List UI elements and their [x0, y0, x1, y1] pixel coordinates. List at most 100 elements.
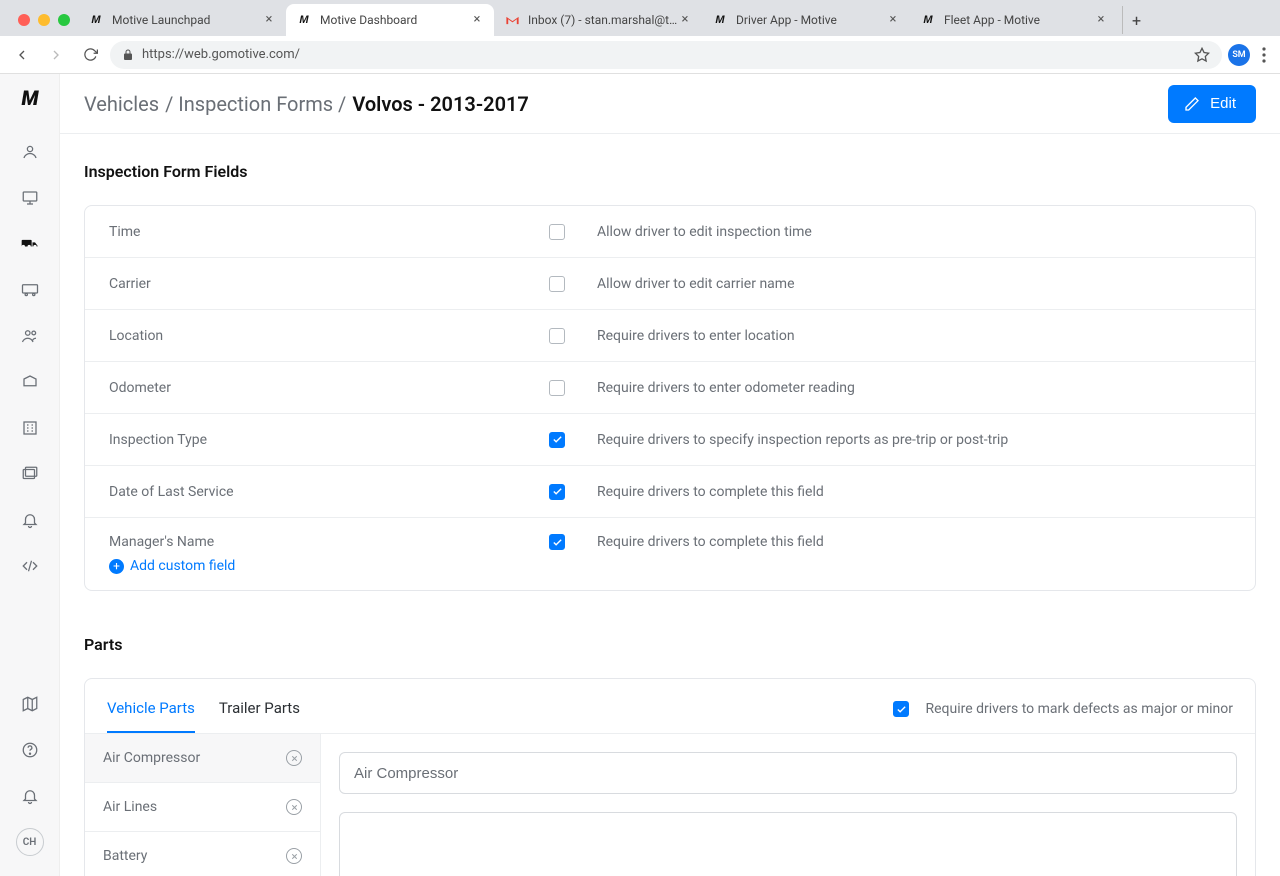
motive-icon: M: [920, 12, 936, 28]
bookmark-icon[interactable]: [1194, 47, 1210, 63]
breadcrumb-link-vehicles[interactable]: Vehicles: [84, 92, 159, 116]
section-title-parts: Parts: [84, 635, 1256, 654]
browser-chrome: MMotive Launchpad×MMotive Dashboard×Inbo…: [0, 0, 1280, 74]
check-icon: [552, 486, 563, 497]
parts-list-item[interactable]: Air Compressor: [85, 734, 320, 783]
field-label: Inspection Type: [109, 432, 549, 448]
field-row: Manager's Name Require drivers to complet…: [85, 518, 1255, 590]
browser-tab[interactable]: M Motive Launchpad×: [78, 4, 286, 36]
lock-icon: [122, 49, 134, 61]
sidebar-item-drivers[interactable]: [14, 322, 46, 350]
sidebar-item-vehicles[interactable]: [14, 230, 46, 258]
field-label: Manager's Name: [109, 534, 549, 550]
edit-button-label: Edit: [1210, 95, 1236, 112]
field-checkbox[interactable]: [549, 276, 565, 292]
motive-icon: M: [88, 12, 104, 28]
address-bar[interactable]: https://web.gomotive.com/: [110, 41, 1222, 69]
check-icon: [896, 704, 907, 715]
sidebar-user-avatar[interactable]: CH: [16, 828, 44, 856]
field-checkbox[interactable]: [549, 224, 565, 240]
app-frame: M: [0, 74, 1280, 876]
tab-vehicle-parts[interactable]: Vehicle Parts: [107, 695, 195, 733]
tab-trailer-parts[interactable]: Trailer Parts: [219, 695, 300, 733]
field-description: Allow driver to edit inspection time: [597, 224, 1231, 240]
breadcrumb-link-inspection-forms[interactable]: / Inspection Forms /: [165, 92, 346, 116]
field-checkbox[interactable]: [549, 432, 565, 448]
field-checkbox[interactable]: [549, 534, 565, 550]
parts-item-label: Air Compressor: [103, 750, 200, 766]
field-row: LocationRequire drivers to enter locatio…: [85, 310, 1255, 362]
tab-close-icon[interactable]: ×: [262, 13, 276, 27]
inspection-fields-card: TimeAllow driver to edit inspection time…: [84, 205, 1256, 591]
sidebar-item-map[interactable]: [14, 690, 46, 718]
browser-tab[interactable]: MDriver App - Motive×: [702, 4, 910, 36]
pencil-icon: [1184, 96, 1200, 112]
add-custom-field-button[interactable]: +Add custom field: [109, 558, 235, 574]
browser-tab[interactable]: M Motive Dashboard×: [286, 4, 494, 36]
nav-reload-button[interactable]: [76, 41, 104, 69]
parts-item-label: Air Lines: [103, 799, 157, 815]
tab-title: Motive Dashboard: [320, 13, 470, 27]
browser-menu-icon[interactable]: [1256, 47, 1272, 63]
window-maximize-icon[interactable]: [58, 14, 70, 26]
edit-button[interactable]: Edit: [1168, 85, 1256, 123]
nav-forward-button[interactable]: [42, 41, 70, 69]
field-description: Require drivers to complete this field: [597, 534, 1231, 550]
field-label: Date of Last Service: [109, 484, 549, 500]
window-close-icon[interactable]: [18, 14, 30, 26]
sidebar-item-company[interactable]: [14, 414, 46, 442]
breadcrumb: Vehicles / Inspection Forms / Volvos - 2…: [84, 92, 529, 116]
parts-list-item[interactable]: Air Lines: [85, 783, 320, 832]
field-checkbox[interactable]: [549, 328, 565, 344]
sidebar-item-monitor[interactable]: [14, 184, 46, 212]
part-name-input[interactable]: [339, 752, 1237, 794]
field-description: Require drivers to enter odometer readin…: [597, 380, 1231, 396]
remove-part-icon[interactable]: [286, 799, 302, 815]
parts-item-label: Battery: [103, 848, 147, 864]
part-detail-textarea[interactable]: [339, 812, 1237, 876]
tab-title: Inbox (7) - stan.marshal@trucki: [528, 13, 678, 27]
field-label: Carrier: [109, 276, 549, 292]
tab-close-icon[interactable]: ×: [678, 13, 692, 27]
remove-part-icon[interactable]: [286, 848, 302, 864]
field-checkbox[interactable]: [549, 484, 565, 500]
motive-icon: M: [296, 12, 312, 28]
sidebar-item-geofence[interactable]: [14, 368, 46, 396]
parts-list-item[interactable]: Battery: [85, 832, 320, 876]
add-custom-label: Add custom field: [130, 558, 235, 574]
sidebar-item-billing[interactable]: [14, 460, 46, 488]
window-minimize-icon[interactable]: [38, 14, 50, 26]
app-logo[interactable]: M: [21, 86, 37, 110]
field-checkbox[interactable]: [549, 380, 565, 396]
parts-sidebar: Air Compressor Air Lines Battery: [85, 734, 321, 876]
sidebar-item-help[interactable]: [14, 736, 46, 764]
profile-avatar[interactable]: SM: [1228, 44, 1250, 66]
browser-tab[interactable]: MFleet App - Motive×: [910, 4, 1118, 36]
parts-detail: [321, 734, 1255, 876]
defects-checkbox[interactable]: [893, 701, 909, 717]
motive-icon: M: [712, 12, 728, 28]
app-sidebar: M: [0, 74, 60, 876]
nav-back-button[interactable]: [8, 41, 36, 69]
window-controls[interactable]: [12, 14, 78, 36]
tab-close-icon[interactable]: ×: [470, 13, 484, 27]
field-row: Inspection TypeRequire drivers to specif…: [85, 414, 1255, 466]
browser-tab[interactable]: Inbox (7) - stan.marshal@trucki×: [494, 4, 702, 36]
url-text: https://web.gomotive.com/: [142, 47, 300, 62]
sidebar-item-developer[interactable]: [14, 552, 46, 580]
sidebar-item-profile[interactable]: [14, 138, 46, 166]
field-description: Require drivers to complete this field: [597, 484, 1231, 500]
check-icon: [552, 537, 563, 548]
field-row: Date of Last Service Require drivers to c…: [85, 466, 1255, 518]
remove-part-icon[interactable]: [286, 750, 302, 766]
tab-close-icon[interactable]: ×: [1094, 13, 1108, 27]
sidebar-item-notifications[interactable]: [14, 782, 46, 810]
sidebar-item-assets[interactable]: [14, 276, 46, 304]
gmail-icon: [504, 12, 520, 28]
sidebar-item-alerts[interactable]: [14, 506, 46, 534]
field-row: TimeAllow driver to edit inspection time: [85, 206, 1255, 258]
field-row: CarrierAllow driver to edit carrier name: [85, 258, 1255, 310]
new-tab-button[interactable]: +: [1122, 6, 1150, 34]
tab-title: Motive Launchpad: [112, 13, 262, 27]
tab-close-icon[interactable]: ×: [886, 13, 900, 27]
